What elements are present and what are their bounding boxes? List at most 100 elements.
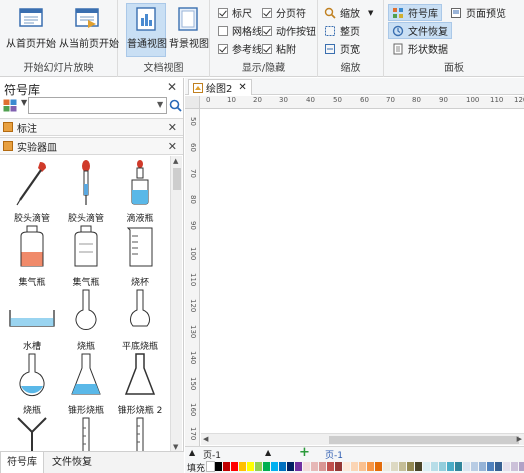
page-up-icon[interactable]: ▲ bbox=[189, 448, 195, 457]
color-swatch[interactable] bbox=[231, 462, 238, 471]
shape-dropping-bottle[interactable]: 滴液瓶 bbox=[112, 158, 168, 224]
shape-gas-jar[interactable]: 集气瓶 bbox=[4, 222, 60, 288]
chevron-down-icon[interactable]: ▼ bbox=[21, 98, 28, 112]
color-swatch[interactable] bbox=[263, 462, 270, 471]
ruler-check[interactable] bbox=[218, 7, 228, 18]
color-swatch[interactable] bbox=[206, 461, 215, 472]
shape-flat-flask[interactable]: 平底烧瓶 bbox=[112, 286, 168, 352]
color-swatch[interactable] bbox=[511, 462, 518, 471]
grid-checkbox[interactable]: 网格线 bbox=[218, 22, 262, 39]
color-swatch[interactable] bbox=[327, 462, 334, 471]
library-icon[interactable] bbox=[3, 99, 17, 112]
color-swatch[interactable] bbox=[215, 462, 222, 471]
color-swatch[interactable] bbox=[303, 462, 310, 471]
normal-view-button[interactable]: 普通视图 bbox=[126, 3, 167, 57]
color-swatch[interactable] bbox=[455, 462, 462, 471]
color-swatch[interactable] bbox=[423, 462, 430, 471]
scroll-up-icon[interactable]: ▲ bbox=[173, 157, 178, 165]
zoom-button[interactable]: 缩放 ▼ bbox=[324, 4, 373, 21]
color-swatch[interactable] bbox=[487, 462, 494, 471]
shape-beaker[interactable]: 烧杯 bbox=[112, 222, 168, 288]
color-swatch[interactable] bbox=[239, 462, 246, 471]
color-swatch[interactable] bbox=[375, 462, 382, 471]
color-swatch[interactable] bbox=[383, 462, 390, 471]
color-swatch[interactable] bbox=[463, 462, 470, 471]
whole-page-button[interactable]: 整页 bbox=[324, 22, 360, 39]
shape-gas-jar-2[interactable]: 集气瓶 bbox=[58, 222, 114, 288]
color-swatch[interactable] bbox=[495, 462, 502, 471]
page-break-checkbox[interactable]: 分页符 bbox=[262, 4, 306, 21]
shape-scrollbar[interactable]: ▲ ▼ bbox=[170, 156, 182, 452]
color-swatch[interactable] bbox=[399, 462, 406, 471]
color-swatch[interactable] bbox=[447, 462, 454, 471]
category-annotation[interactable]: 标注 ✕ bbox=[0, 118, 183, 136]
start-from-first-button[interactable]: 从首页开始 bbox=[5, 3, 57, 57]
guide-check[interactable] bbox=[218, 43, 228, 54]
color-swatch[interactable] bbox=[255, 462, 262, 471]
shape-dropper[interactable]: 胶头滴管 bbox=[4, 158, 60, 224]
start-from-current-button[interactable]: 从当前页开始 bbox=[58, 3, 119, 57]
color-swatch[interactable] bbox=[367, 462, 374, 471]
action-button-checkbox[interactable]: 动作按钮 bbox=[262, 22, 316, 39]
color-swatch[interactable] bbox=[247, 462, 254, 471]
color-swatch[interactable] bbox=[479, 462, 486, 471]
color-swatch[interactable] bbox=[503, 462, 510, 471]
tab-symbol-library[interactable]: 符号库 bbox=[0, 452, 44, 473]
shape-data-toggle[interactable]: 形状数据 bbox=[392, 40, 448, 57]
color-swatch[interactable] bbox=[287, 462, 294, 471]
scroll-thumb[interactable] bbox=[329, 436, 519, 444]
shape-trough[interactable]: 水槽 bbox=[4, 286, 60, 352]
color-swatch[interactable] bbox=[279, 462, 286, 471]
scroll-right-icon[interactable]: ▶ bbox=[517, 435, 522, 443]
color-swatch[interactable] bbox=[471, 462, 478, 471]
shape-erlenmeyer[interactable]: 锥形烧瓶 bbox=[58, 350, 114, 416]
scroll-left-icon[interactable]: ◀ bbox=[203, 435, 208, 443]
color-swatch[interactable] bbox=[311, 462, 318, 471]
color-swatch[interactable] bbox=[519, 462, 524, 471]
file-recovery-toggle[interactable]: 文件恢复 bbox=[388, 22, 452, 39]
tab-drawing[interactable]: 绘图2 ✕ bbox=[188, 79, 252, 95]
close-icon[interactable]: ✕ bbox=[168, 121, 177, 134]
close-icon[interactable]: ✕ bbox=[168, 140, 177, 153]
color-swatch[interactable] bbox=[295, 462, 302, 471]
page-select-chevron-icon[interactable]: ▲ bbox=[265, 448, 271, 457]
search-input[interactable] bbox=[28, 97, 167, 114]
close-icon[interactable]: ✕ bbox=[238, 82, 246, 93]
guide-checkbox[interactable]: 参考线 bbox=[218, 40, 262, 57]
page-preview-toggle[interactable]: 页面预览 bbox=[450, 4, 506, 21]
shape-flask[interactable]: 烧瓶 bbox=[58, 286, 114, 352]
shape-dropper-2[interactable]: 胶头滴管 bbox=[58, 158, 114, 224]
color-swatch[interactable] bbox=[359, 462, 366, 471]
shape-flask-filled[interactable]: 烧瓶 bbox=[4, 350, 60, 416]
color-swatch[interactable] bbox=[439, 462, 446, 471]
scroll-down-icon[interactable]: ▼ bbox=[173, 443, 178, 451]
snap-checkbox[interactable]: 粘附 bbox=[262, 40, 296, 57]
close-icon[interactable]: ✕ bbox=[167, 80, 177, 94]
shape-erlenmeyer-2[interactable]: 锥形烧瓶 2 bbox=[112, 350, 168, 416]
page-width-button[interactable]: 页宽 bbox=[324, 40, 360, 57]
color-swatch[interactable] bbox=[431, 462, 438, 471]
background-view-button[interactable]: 背景视图 bbox=[168, 3, 209, 57]
ruler-checkbox[interactable]: 标尺 bbox=[218, 4, 252, 21]
color-swatch[interactable] bbox=[223, 462, 230, 471]
color-swatch[interactable] bbox=[407, 462, 414, 471]
color-swatch[interactable] bbox=[335, 462, 342, 471]
drawing-canvas[interactable] bbox=[201, 110, 524, 430]
color-swatch[interactable] bbox=[415, 462, 422, 471]
add-page-button[interactable]: + bbox=[299, 445, 310, 460]
snap-check[interactable] bbox=[262, 43, 272, 54]
search-icon[interactable] bbox=[169, 99, 182, 112]
color-swatch[interactable] bbox=[391, 462, 398, 471]
color-swatch[interactable] bbox=[351, 462, 358, 471]
color-swatch[interactable] bbox=[343, 462, 350, 471]
color-swatch[interactable] bbox=[271, 462, 278, 471]
color-swatch[interactable] bbox=[319, 462, 326, 471]
page-break-check[interactable] bbox=[262, 7, 272, 18]
grid-check[interactable] bbox=[218, 25, 228, 36]
canvas-horizontal-scrollbar[interactable]: ◀ ▶ bbox=[201, 433, 524, 445]
action-button-check[interactable] bbox=[262, 25, 272, 36]
search-dropdown-icon[interactable]: ▼ bbox=[157, 100, 163, 109]
scroll-thumb[interactable] bbox=[173, 168, 181, 190]
tab-file-recovery[interactable]: 文件恢复 bbox=[46, 452, 98, 473]
category-lab-vessels[interactable]: 实验器皿 ✕ bbox=[0, 137, 183, 155]
